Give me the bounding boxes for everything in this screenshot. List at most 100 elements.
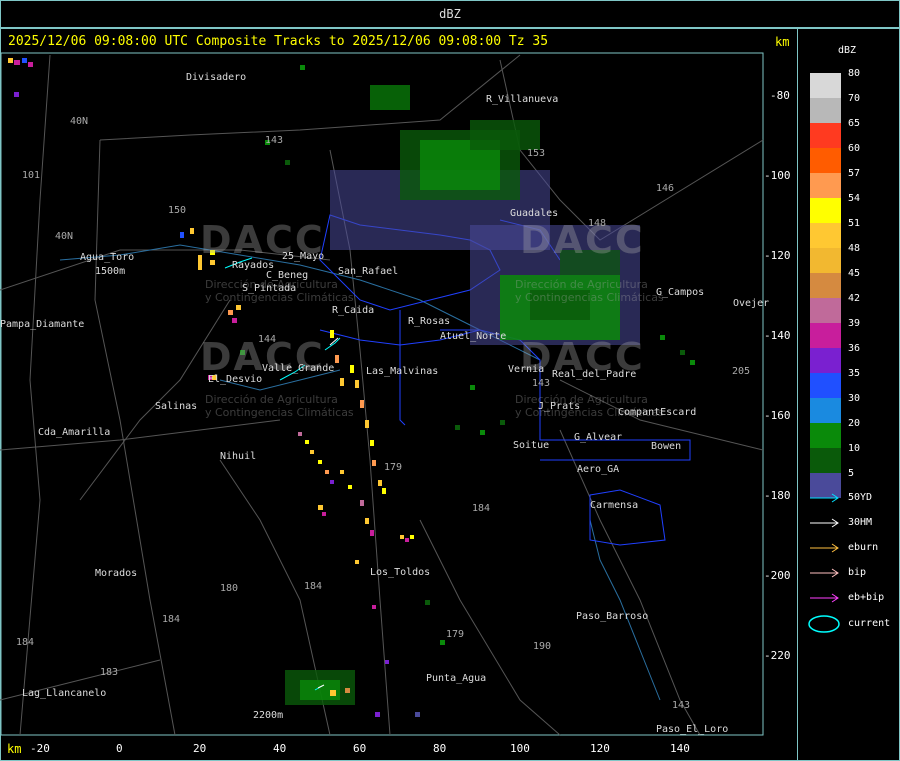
km-label-bottom: km xyxy=(7,742,22,756)
track-arrow-icon xyxy=(810,518,839,528)
place-label: Los_Toldos xyxy=(370,567,431,578)
legend-value: 42 xyxy=(848,293,861,304)
legend-swatch xyxy=(810,273,841,298)
legend-swatch xyxy=(810,223,841,248)
place-label: Paso_Barroso xyxy=(576,611,649,622)
route-number: 183 xyxy=(100,667,119,678)
place-label: Guadales xyxy=(510,208,559,219)
place-label: Agua_Toro xyxy=(80,252,135,263)
x-tick: 20 xyxy=(193,742,207,755)
route-number: 184 xyxy=(16,637,35,648)
route-number: 101 xyxy=(22,170,41,181)
place-label: El_Desvio xyxy=(208,374,263,385)
place-label: Carmensa xyxy=(590,500,639,511)
track-label: eb+bip xyxy=(848,592,885,603)
track-label: 50YD xyxy=(848,492,873,503)
x-tick: 40 xyxy=(273,742,287,755)
track-arrow-icon xyxy=(810,568,839,578)
route-number: 143 xyxy=(532,378,551,389)
track-arrow-icon xyxy=(810,543,839,553)
x-tick: 80 xyxy=(433,742,447,755)
y-tick: -140 xyxy=(764,329,791,342)
route-number: 179 xyxy=(384,462,403,473)
route-number: 150 xyxy=(168,205,187,216)
legend-value: 39 xyxy=(848,318,861,329)
legend-value: 57 xyxy=(848,168,861,179)
place-label: 1500m xyxy=(95,266,126,277)
place-label: R_Villanueva xyxy=(486,94,559,105)
place-label: Aero_GA xyxy=(577,464,620,475)
legend-value: 48 xyxy=(848,243,861,254)
route-number: 148 xyxy=(588,218,607,229)
legend-swatch xyxy=(810,198,841,223)
legend-swatch xyxy=(810,123,841,148)
place-label: Ovejer xyxy=(733,298,770,309)
legend-swatch xyxy=(810,298,841,323)
route-number: 146 xyxy=(656,183,675,194)
place-label: G_Alvear xyxy=(574,432,623,443)
place-label: Real_del_Padre xyxy=(552,369,637,380)
place-label: Las_Malvinas xyxy=(366,366,439,377)
radar-map[interactable] xyxy=(0,0,798,761)
legend-swatch xyxy=(810,148,841,173)
legend-swatch xyxy=(810,373,841,398)
legend-swatch xyxy=(810,173,841,198)
route-number: 153 xyxy=(527,148,546,159)
place-label: 25_Mayo xyxy=(282,251,325,262)
place-label: Morados xyxy=(95,568,138,579)
place-label: Bowen xyxy=(651,441,682,452)
y-tick: -120 xyxy=(764,249,791,262)
route-number: 143 xyxy=(672,700,691,711)
x-tick: 140 xyxy=(670,742,690,755)
place-label: R_Rosas xyxy=(408,316,451,327)
watermark-text: Dirección de Agricultura y Contingencias … xyxy=(205,393,354,419)
place-label: Valle_Grande xyxy=(262,363,335,374)
track-label: 30HM xyxy=(848,517,873,528)
legend-value: 5 xyxy=(848,468,855,479)
place-label: Divisadero xyxy=(186,72,247,83)
place-label: Punta_Agua xyxy=(426,673,487,684)
route-number: 143 xyxy=(265,135,284,146)
x-tick: 100 xyxy=(510,742,530,755)
place-label: C_Beneg xyxy=(266,270,309,281)
legend-title: dBZ xyxy=(838,45,857,56)
place-label: G_Campos xyxy=(656,287,705,298)
legend-value: 30 xyxy=(848,393,861,404)
legend-swatch xyxy=(810,423,841,448)
legend-value: 20 xyxy=(848,418,861,429)
track-label: bip xyxy=(848,567,867,578)
place-label: Nihuil xyxy=(220,451,257,462)
y-tick: -80 xyxy=(770,89,790,102)
place-label: Atuel_Norte xyxy=(440,331,507,342)
track-label: eburn xyxy=(848,542,879,553)
legend-value: 54 xyxy=(848,193,861,204)
route-number: 144 xyxy=(258,334,277,345)
route-number: 184 xyxy=(472,503,491,514)
place-label: CompantEscard xyxy=(618,407,697,418)
x-tick: 60 xyxy=(353,742,367,755)
legend-swatch xyxy=(810,323,841,348)
y-tick: -220 xyxy=(764,649,791,662)
legend-swatch xyxy=(810,398,841,423)
route-number: 40N xyxy=(70,116,89,127)
storm-tracks-30hm xyxy=(317,337,339,689)
current-ellipse-icon xyxy=(808,615,840,633)
storm-tracks xyxy=(224,257,341,691)
legend-value: 10 xyxy=(848,443,861,454)
x-tick: -20 xyxy=(30,742,50,755)
km-label-top: km xyxy=(775,35,790,49)
track-arrow-icon xyxy=(810,493,839,503)
route-number: 180 xyxy=(220,583,239,594)
y-tick: -160 xyxy=(764,409,791,422)
x-tick: 120 xyxy=(590,742,610,755)
legend-swatch xyxy=(810,248,841,273)
place-label: Lag_Llancanelo xyxy=(22,688,107,699)
x-tick: 0 xyxy=(116,742,123,755)
place-label: S_Pintada xyxy=(242,283,297,294)
y-tick: -180 xyxy=(764,489,791,502)
route-number: 205 xyxy=(732,366,751,377)
legend-value: 80 xyxy=(848,68,861,79)
track-arrow-icon xyxy=(810,593,839,603)
legend-swatch xyxy=(810,348,841,373)
legend-value: 45 xyxy=(848,268,861,279)
